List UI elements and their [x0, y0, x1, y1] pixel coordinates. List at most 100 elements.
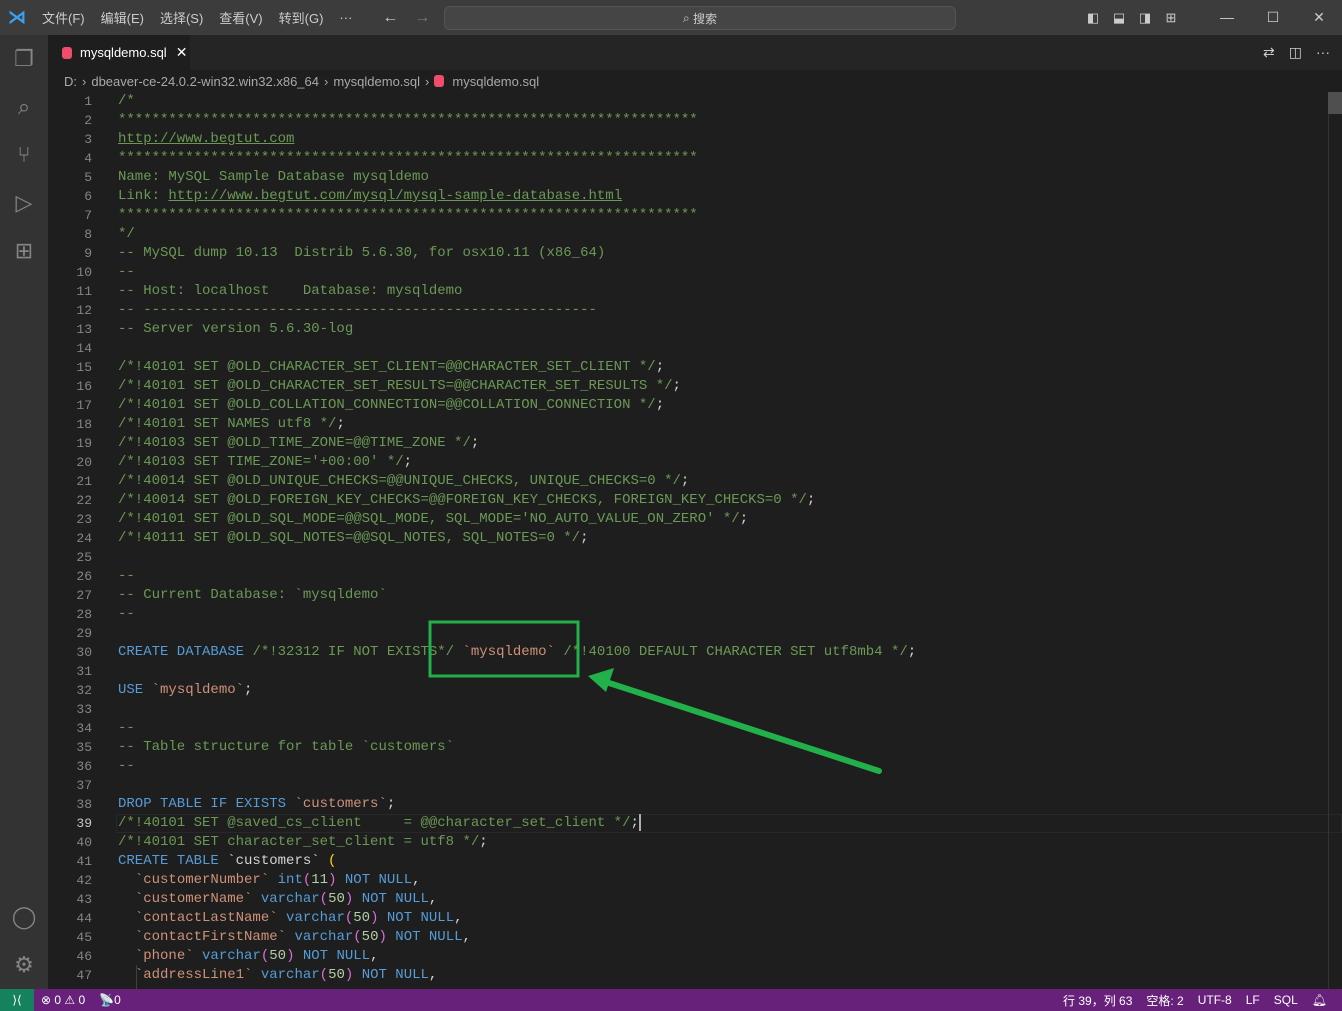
- code-line[interactable]: 7 ***************************************…: [48, 206, 1342, 225]
- code-line[interactable]: 1 /*: [48, 92, 1342, 111]
- breadcrumb-folder[interactable]: dbeaver-ce-24.0.2-win32.win32.x86_64: [91, 74, 319, 89]
- breadcrumb-file[interactable]: mysqldemo.sql: [333, 74, 420, 89]
- code-line[interactable]: 47 `addressLine1` varchar(50) NOT NULL,: [48, 966, 1342, 985]
- code-line[interactable]: 26 --: [48, 567, 1342, 586]
- account-icon[interactable]: ◯: [0, 893, 48, 941]
- code-line[interactable]: 30 CREATE DATABASE /*!32312 IF NOT EXISTS…: [48, 643, 1342, 662]
- toggle-panel-icon[interactable]: ⬓: [1106, 10, 1132, 26]
- code-line[interactable]: 19 /*!40103 SET @OLD_TIME_ZONE=@@TIME_ZON…: [48, 434, 1342, 453]
- back-arrow-icon[interactable]: ←: [382, 9, 398, 27]
- ports-indicator[interactable]: 📡0: [92, 993, 128, 1007]
- menu-go[interactable]: 转到(G): [271, 8, 332, 27]
- maximize-icon[interactable]: ☐: [1250, 9, 1296, 26]
- code-line[interactable]: 4 ***************************************…: [48, 149, 1342, 168]
- code-line[interactable]: 22 /*!40014 SET @OLD_FOREIGN_KEY_CHECKS=@…: [48, 491, 1342, 510]
- code-line[interactable]: 32 USE `mysqldemo`;: [48, 681, 1342, 700]
- code-line[interactable]: 17 /*!40101 SET @OLD_COLLATION_CONNECTION…: [48, 396, 1342, 415]
- code-line[interactable]: 45 `contactFirstName` varchar(50) NOT NU…: [48, 928, 1342, 947]
- line-code: -- MySQL dump 10.13 Distrib 5.6.30, for …: [118, 244, 605, 263]
- breadcrumb-symbol[interactable]: mysqldemo.sql: [452, 74, 539, 89]
- code-token: Link:: [118, 188, 169, 204]
- tab-label: mysqldemo.sql: [80, 45, 167, 60]
- explorer-icon[interactable]: ❐: [0, 35, 48, 83]
- code-line[interactable]: 14: [48, 339, 1342, 358]
- remote-icon[interactable]: ⟩⟨: [0, 989, 34, 1011]
- language-mode[interactable]: SQL: [1267, 993, 1305, 1007]
- code-line[interactable]: 20 /*!40103 SET TIME_ZONE='+00:00' */;: [48, 453, 1342, 472]
- customize-layout-icon[interactable]: ⊞: [1158, 10, 1184, 26]
- code-line[interactable]: 31: [48, 662, 1342, 681]
- code-line[interactable]: 41 CREATE TABLE `customers` (: [48, 852, 1342, 871]
- code-line[interactable]: 44 `contactLastName` varchar(50) NOT NUL…: [48, 909, 1342, 928]
- breadcrumb-drive[interactable]: D:: [64, 74, 77, 89]
- code-line[interactable]: 38 DROP TABLE IF EXISTS `customers`;: [48, 795, 1342, 814]
- code-line[interactable]: 27 -- Current Database: `mysqldemo`: [48, 586, 1342, 605]
- code-line[interactable]: 35 -- Table structure for table `customer…: [48, 738, 1342, 757]
- code-token: /*!40101 SET @saved_cs_client = @@charac…: [118, 815, 631, 832]
- indentation[interactable]: 空格: 2: [1139, 992, 1190, 1009]
- toggle-secondary-sidebar-icon[interactable]: ◨: [1132, 10, 1158, 26]
- cursor-position[interactable]: 行 39，列 63: [1056, 992, 1139, 1009]
- code-line[interactable]: 2 ***************************************…: [48, 111, 1342, 130]
- end-of-line[interactable]: LF: [1239, 993, 1267, 1007]
- code-line[interactable]: 43 `customerName` varchar(50) NOT NULL,: [48, 890, 1342, 909]
- code-token: `customerNumber`: [134, 872, 270, 888]
- split-editor-icon[interactable]: ◫: [1289, 44, 1302, 61]
- extensions-icon[interactable]: ⊞: [0, 227, 48, 275]
- code-line[interactable]: 21 /*!40014 SET @OLD_UNIQUE_CHECKS=@@UNIQ…: [48, 472, 1342, 491]
- encoding[interactable]: UTF-8: [1191, 993, 1239, 1007]
- code-line[interactable]: 8 */: [48, 225, 1342, 244]
- code-line[interactable]: 24 /*!40111 SET @OLD_SQL_NOTES=@@SQL_NOTE…: [48, 529, 1342, 548]
- code-editor[interactable]: 1 /* 2 ************************************…: [48, 92, 1342, 989]
- more-actions-icon[interactable]: ···: [1316, 44, 1330, 61]
- menu-more[interactable]: ···: [331, 10, 360, 25]
- minimize-icon[interactable]: —: [1204, 9, 1250, 26]
- code-token[interactable]: http://www.begtut.com/mysql/mysql-sample…: [168, 188, 622, 204]
- code-line[interactable]: 34 --: [48, 719, 1342, 738]
- code-line[interactable]: 9 -- MySQL dump 10.13 Distrib 5.6.30, for…: [48, 244, 1342, 263]
- code-line[interactable]: 37: [48, 776, 1342, 795]
- command-search[interactable]: ⌕ 搜索: [444, 6, 956, 30]
- code-line[interactable]: 23 /*!40101 SET @OLD_SQL_MODE=@@SQL_MODE,…: [48, 510, 1342, 529]
- code-line[interactable]: 5 Name: MySQL Sample Database mysqldemo: [48, 168, 1342, 187]
- forward-arrow-icon[interactable]: →: [414, 9, 430, 27]
- code-line[interactable]: 39 /*!40101 SET @saved_cs_client = @@char…: [48, 814, 1342, 833]
- code-line[interactable]: 46 `phone` varchar(50) NOT NULL,: [48, 947, 1342, 966]
- code-line[interactable]: 40 /*!40101 SET character_set_client = ut…: [48, 833, 1342, 852]
- code-line[interactable]: 11 -- Host: localhost Database: mysqldemo: [48, 282, 1342, 301]
- code-line[interactable]: 36 --: [48, 757, 1342, 776]
- code-line[interactable]: 13 -- Server version 5.6.30-log: [48, 320, 1342, 339]
- close-window-icon[interactable]: ✕: [1296, 9, 1342, 26]
- compare-icon[interactable]: ⇄: [1263, 44, 1275, 61]
- code-line[interactable]: 12 -- -----------------------------------…: [48, 301, 1342, 320]
- source-control-icon[interactable]: ⑂: [0, 131, 48, 179]
- menu-file[interactable]: 文件(F): [34, 8, 93, 27]
- code-line[interactable]: 42 `customerNumber` int(11) NOT NULL,: [48, 871, 1342, 890]
- gear-icon[interactable]: ⚙: [0, 941, 48, 989]
- problems-indicator[interactable]: ⊗ 0 ⚠ 0: [34, 993, 92, 1007]
- code-line[interactable]: 15 /*!40101 SET @OLD_CHARACTER_SET_CLIENT…: [48, 358, 1342, 377]
- search-icon[interactable]: ⌕: [0, 83, 48, 131]
- code-line[interactable]: 28 --: [48, 605, 1342, 624]
- code-line[interactable]: 18 /*!40101 SET NAMES utf8 */;: [48, 415, 1342, 434]
- menu-selection[interactable]: 选择(S): [152, 8, 211, 27]
- code-line[interactable]: 33: [48, 700, 1342, 719]
- line-code: --: [118, 605, 135, 624]
- code-token[interactable]: http://www.begtut.com: [118, 131, 294, 147]
- code-line[interactable]: 10 --: [48, 263, 1342, 282]
- code-line[interactable]: 25: [48, 548, 1342, 567]
- scrollbar-thumb[interactable]: [1328, 92, 1342, 114]
- code-line[interactable]: 29: [48, 624, 1342, 643]
- scrollbar[interactable]: [1328, 92, 1342, 989]
- code-line[interactable]: 3 http://www.begtut.com: [48, 130, 1342, 149]
- bell-icon[interactable]: 🔔︎: [1305, 993, 1334, 1007]
- menu-edit[interactable]: 编辑(E): [93, 8, 152, 27]
- menu-view[interactable]: 查看(V): [211, 8, 270, 27]
- code-token: /*!40103 SET TIME_ZONE='+00:00' */: [118, 454, 404, 470]
- code-line[interactable]: 6 Link: http://www.begtut.com/mysql/mysql…: [48, 187, 1342, 206]
- code-line[interactable]: 16 /*!40101 SET @OLD_CHARACTER_SET_RESULT…: [48, 377, 1342, 396]
- close-icon[interactable]: ✕: [176, 44, 188, 61]
- tab-mysqldemo-sql[interactable]: mysqldemo.sql ✕: [48, 35, 190, 70]
- toggle-primary-sidebar-icon[interactable]: ◧: [1080, 10, 1106, 26]
- run-debug-icon[interactable]: ▷: [0, 179, 48, 227]
